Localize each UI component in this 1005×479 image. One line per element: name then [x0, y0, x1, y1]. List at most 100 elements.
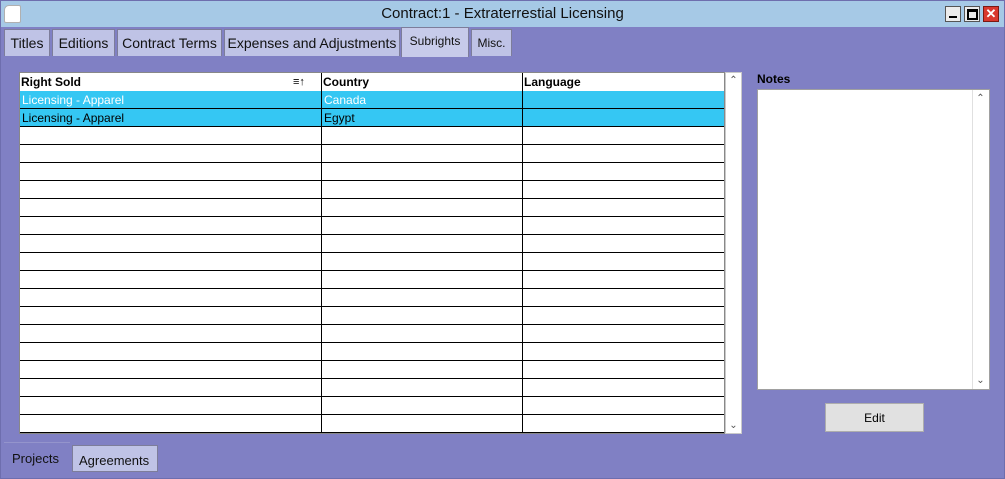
empty-cell: [523, 289, 724, 306]
empty-cell: [523, 343, 724, 360]
empty-cell: [20, 127, 322, 144]
cell-country: Canada: [322, 91, 523, 108]
scroll-up-icon[interactable]: ⌃: [726, 73, 741, 88]
title-bar[interactable]: Contract:1 - Extraterrestial Licensing ✕: [1, 1, 1004, 27]
tab-agreements[interactable]: Agreements: [72, 445, 158, 472]
empty-cell: [20, 307, 322, 324]
empty-cell: [523, 397, 724, 414]
subrights-grid[interactable]: Right Sold ≡↑ Country Language Licensing…: [19, 72, 725, 434]
empty-cell: [322, 199, 523, 216]
scroll-down-icon[interactable]: ⌄: [726, 418, 741, 433]
tab-titles[interactable]: Titles: [4, 29, 50, 56]
cell-language: [523, 109, 724, 126]
cell-right-sold: Licensing - Apparel: [20, 109, 322, 126]
table-row[interactable]: [20, 199, 724, 217]
empty-cell: [20, 325, 322, 342]
tab-expenses-and-adjustments[interactable]: Expenses and Adjustments: [224, 29, 400, 56]
minimize-icon: [949, 16, 957, 18]
empty-cell: [20, 271, 322, 288]
window-title: Contract:1 - Extraterrestial Licensing: [381, 5, 624, 22]
empty-cell: [20, 289, 322, 306]
table-row[interactable]: [20, 145, 724, 163]
empty-cell: [523, 325, 724, 342]
maximize-button[interactable]: [964, 6, 980, 22]
tab-contract-terms[interactable]: Contract Terms: [117, 29, 222, 56]
table-row[interactable]: [20, 235, 724, 253]
table-row[interactable]: [20, 181, 724, 199]
empty-cell: [523, 235, 724, 252]
empty-cell: [523, 217, 724, 234]
table-row[interactable]: [20, 271, 724, 289]
table-row[interactable]: [20, 325, 724, 343]
empty-cell: [20, 181, 322, 198]
empty-cell: [322, 415, 523, 432]
column-header-label: Right Sold: [21, 75, 81, 89]
grid-scrollbar[interactable]: ⌃ ⌄: [725, 72, 742, 434]
empty-cell: [523, 307, 724, 324]
empty-cell: [322, 181, 523, 198]
empty-cell: [523, 199, 724, 216]
tab-label: Titles: [10, 35, 44, 51]
cell-country: Egypt: [322, 109, 523, 126]
tab-subrights[interactable]: Subrights: [401, 27, 469, 57]
empty-cell: [523, 253, 724, 270]
empty-cell: [523, 145, 724, 162]
tab-projects[interactable]: Projects: [4, 442, 70, 472]
notes-label: Notes: [757, 72, 791, 86]
scroll-down-icon[interactable]: ⌄: [973, 373, 988, 388]
empty-cell: [322, 163, 523, 180]
empty-cell: [20, 343, 322, 360]
edit-button[interactable]: Edit: [825, 403, 924, 432]
empty-cell: [322, 307, 523, 324]
notes-textarea[interactable]: ⌃ ⌄: [757, 89, 990, 390]
table-row[interactable]: Licensing - Apparel Egypt: [20, 109, 724, 127]
close-button[interactable]: ✕: [983, 6, 999, 22]
empty-cell: [322, 361, 523, 378]
empty-cell: [322, 271, 523, 288]
column-header-language[interactable]: Language: [523, 73, 724, 91]
empty-cell: [322, 127, 523, 144]
sort-ascending-icon[interactable]: ≡↑: [293, 76, 305, 88]
empty-cell: [322, 325, 523, 342]
table-row[interactable]: [20, 253, 724, 271]
scroll-up-icon[interactable]: ⌃: [973, 91, 988, 106]
table-row[interactable]: Licensing - Apparel Canada: [20, 91, 724, 109]
table-row[interactable]: [20, 397, 724, 415]
column-header-country[interactable]: Country: [322, 73, 523, 91]
empty-cell: [523, 271, 724, 288]
empty-cell: [20, 163, 322, 180]
tab-label: Agreements: [79, 453, 150, 468]
empty-cell: [20, 397, 322, 414]
table-row[interactable]: [20, 163, 724, 181]
empty-cell: [322, 235, 523, 252]
tab-label: Expenses and Adjustments: [227, 35, 397, 51]
table-row[interactable]: [20, 307, 724, 325]
table-row[interactable]: [20, 361, 724, 379]
minimize-button[interactable]: [945, 6, 961, 22]
empty-cell: [523, 181, 724, 198]
empty-cell: [322, 145, 523, 162]
tab-label: Contract Terms: [122, 35, 217, 51]
cell-right-sold: Licensing - Apparel: [20, 91, 322, 108]
grid-header: Right Sold ≡↑ Country Language: [20, 73, 724, 92]
table-row[interactable]: [20, 343, 724, 361]
tab-label: Editions: [58, 35, 109, 51]
empty-cell: [20, 217, 322, 234]
table-row[interactable]: [20, 379, 724, 397]
tab-misc[interactable]: Misc.: [471, 29, 512, 56]
table-row[interactable]: [20, 127, 724, 145]
empty-cell: [322, 343, 523, 360]
table-row[interactable]: [20, 289, 724, 307]
empty-cell: [523, 127, 724, 144]
table-row[interactable]: [20, 415, 724, 433]
column-header-label: Language: [524, 75, 581, 89]
column-header-right-sold[interactable]: Right Sold ≡↑: [20, 73, 322, 91]
empty-cell: [20, 235, 322, 252]
empty-cell: [523, 379, 724, 396]
empty-cell: [322, 217, 523, 234]
table-row[interactable]: [20, 217, 724, 235]
cell-language: [523, 91, 724, 108]
tab-editions[interactable]: Editions: [52, 29, 115, 56]
notes-scrollbar[interactable]: ⌃ ⌄: [972, 90, 989, 389]
tab-label: Subrights: [409, 34, 461, 48]
